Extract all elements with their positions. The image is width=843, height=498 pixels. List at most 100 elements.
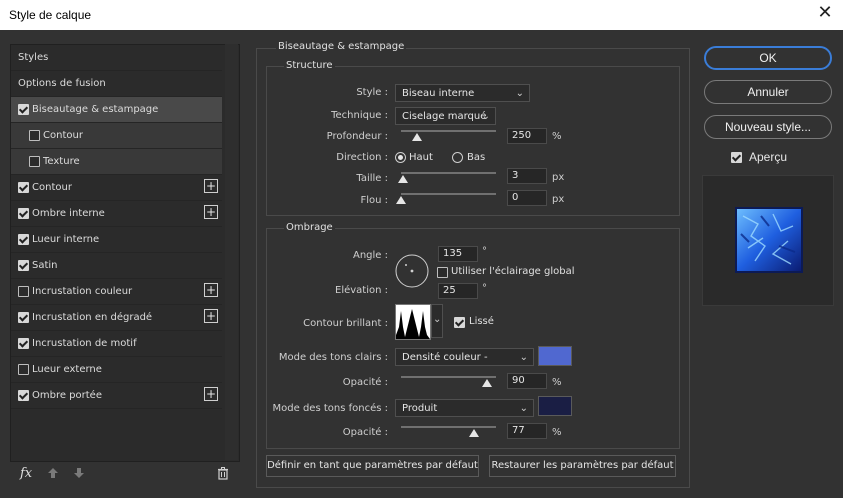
style-item-checkbox[interactable] [29,156,40,167]
shadow-opacity-input[interactable]: 77 [507,423,547,439]
styles-list-item[interactable]: Contour [11,123,222,149]
highlight-opacity-slider-track[interactable] [401,376,496,378]
flou-input[interactable]: 0 [507,190,547,206]
add-icon[interactable]: + [204,387,218,401]
title-bar: Style de calque ✕ [0,0,843,30]
style-item-checkbox[interactable] [18,104,29,115]
style-item-checkbox[interactable] [18,390,29,401]
direction-bas-label: Bas [467,152,486,163]
styles-list-item[interactable]: Options de fusion [11,71,222,97]
taille-unit: px [552,172,565,183]
elevation-unit: ° [482,283,487,294]
style-item-checkbox[interactable] [29,130,40,141]
style-item-label: Lueur externe [32,364,102,375]
styles-list-item[interactable]: Lueur externe [11,357,222,383]
shadow-opacity-slider-track[interactable] [401,426,496,428]
arrow-up-icon[interactable] [47,467,59,479]
gloss-contour-dropdown-arrow[interactable]: ⌄ [431,304,443,338]
style-item-label: Satin [32,260,58,271]
styles-list-item[interactable]: Texture [11,149,222,175]
profondeur-input[interactable]: 250 [507,128,547,144]
angle-input[interactable]: 135 [438,246,478,262]
highlight-mode-value: Densité couleur - [402,352,488,363]
fx-button[interactable]: fx [20,466,32,481]
trash-icon[interactable] [217,467,229,480]
highlight-mode-dropdown[interactable]: Densité couleur - ⌄ [395,348,534,366]
ok-button[interactable]: OK [704,46,832,70]
add-icon[interactable]: + [204,179,218,193]
style-item-label: Incrustation en dégradé [32,312,153,323]
technique-dropdown[interactable]: Ciselage marqué ⌄ [395,107,496,125]
flou-slider-thumb[interactable] [396,196,406,204]
style-item-label: Lueur interne [32,234,100,245]
elevation-input[interactable]: 25 [438,283,478,299]
shadow-mode-label: Mode des tons foncés : [272,403,388,414]
styles-list-item[interactable]: Incrustation de motif [11,331,222,357]
lisse-checkbox[interactable] [454,317,465,328]
direction-haut-radio[interactable] [395,152,406,163]
highlight-color-swatch[interactable] [538,346,572,366]
highlight-opacity-label: Opacité : [342,377,388,388]
style-item-checkbox[interactable] [18,286,29,297]
shadow-color-swatch[interactable] [538,396,572,416]
flou-slider-track[interactable] [401,193,496,195]
contour-brillant-label: Contour brillant : [303,318,388,329]
style-dropdown[interactable]: Biseau interne ⌄ [395,84,530,102]
new-style-button[interactable]: Nouveau style... [704,115,832,139]
gloss-contour-thumbnail[interactable] [395,304,431,340]
add-icon[interactable]: + [204,309,218,323]
style-item-checkbox[interactable] [18,208,29,219]
highlight-opacity-slider-thumb[interactable] [481,379,492,387]
styles-list-item[interactable]: Satin [11,253,222,279]
style-dropdown-value: Biseau interne [402,88,475,99]
styles-list-item[interactable]: Incrustation couleur + [11,279,222,305]
shadow-opacity-slider-thumb[interactable] [469,429,480,437]
add-icon[interactable]: + [204,283,218,297]
style-item-checkbox[interactable] [18,182,29,193]
cancel-button[interactable]: Annuler [704,80,832,104]
shadow-mode-dropdown[interactable]: Produit ⌄ [395,399,534,417]
set-default-button[interactable]: Définir en tant que paramètres par défau… [266,455,479,477]
taille-slider-thumb[interactable] [397,175,408,183]
angle-unit: ° [482,246,487,257]
style-item-checkbox[interactable] [18,312,29,323]
chevron-down-icon: ⌄ [519,352,528,363]
angle-dial[interactable] [395,254,429,288]
styles-list-item[interactable]: Biseautage & estampage [11,97,222,123]
technique-label: Technique : [331,110,388,121]
style-item-label: Styles [18,52,49,63]
highlight-opacity-input[interactable]: 90 [507,373,547,389]
style-item-label: Contour [32,182,72,193]
styles-list-item[interactable]: Styles [11,45,222,71]
ombrage-legend: Ombrage [284,222,335,233]
taille-slider-track[interactable] [401,172,496,174]
style-item-checkbox[interactable] [18,234,29,245]
chevron-down-icon: ⌄ [481,111,490,122]
add-icon[interactable]: + [204,205,218,219]
shadow-opacity-label: Opacité : [342,427,388,438]
profondeur-slider-thumb[interactable] [412,133,423,141]
flou-label: Flou : [360,195,388,206]
taille-input[interactable]: 3 [507,168,547,184]
direction-haut-label: Haut [409,152,433,163]
styles-list-scrollbar[interactable] [225,44,238,460]
profondeur-slider-track[interactable] [401,130,496,132]
direction-bas-radio[interactable] [452,152,463,163]
styles-list-item[interactable]: Contour + [11,175,222,201]
preview-checkbox[interactable] [731,152,742,163]
styles-list-item[interactable]: Incrustation en dégradé + [11,305,222,331]
close-icon[interactable]: ✕ [817,4,833,22]
styles-list-item[interactable]: Ombre interne + [11,201,222,227]
styles-list-item[interactable]: Ombre portée + [11,383,222,409]
style-item-checkbox[interactable] [18,364,29,375]
bevel-emboss-heading: Biseautage & estampage [276,41,407,52]
style-item-label: Biseautage & estampage [32,104,159,115]
global-light-checkbox[interactable] [437,267,448,278]
style-item-checkbox[interactable] [18,338,29,349]
arrow-down-icon[interactable] [73,467,85,479]
reset-default-button[interactable]: Restaurer les paramètres par défaut [489,455,676,477]
global-light-label: Utiliser l'éclairage global [451,266,575,277]
direction-label: Direction : [336,152,388,163]
styles-list-item[interactable]: Lueur interne [11,227,222,253]
style-item-checkbox[interactable] [18,260,29,271]
